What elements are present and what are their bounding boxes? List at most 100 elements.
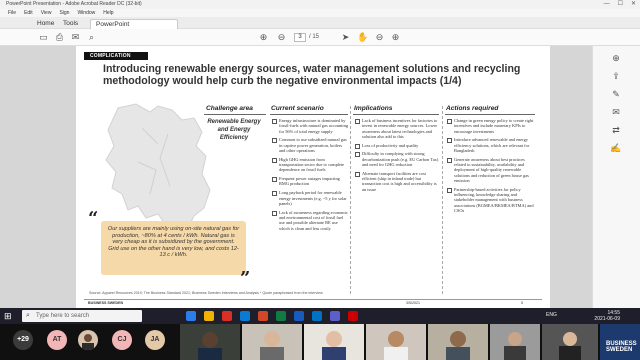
header-rule xyxy=(445,114,535,115)
windows-start-icon[interactable]: ⊞ xyxy=(4,311,14,321)
sign-icon[interactable]: ✍ xyxy=(610,142,622,154)
header-actions-required: Actions required xyxy=(446,105,499,112)
comment-icon[interactable]: ✉ xyxy=(610,106,622,118)
share-icon[interactable]: ⇄ xyxy=(610,124,622,136)
menu-file[interactable]: File xyxy=(8,9,16,17)
tab-home[interactable]: Home xyxy=(32,19,59,29)
header-challenge-area: Challenge area xyxy=(206,105,253,112)
list-item: Frequent power outages impacting RMG pro… xyxy=(272,176,348,187)
cursor-icon[interactable]: ➤ xyxy=(340,32,351,43)
menu-window[interactable]: Window xyxy=(77,9,95,17)
header-rule xyxy=(204,114,266,115)
quote-box: Our suppliers are mainly using on-site n… xyxy=(101,221,246,275)
menu-sign[interactable]: Sign xyxy=(59,9,69,17)
email-icon[interactable]: ✉ xyxy=(70,32,81,43)
language-indicator[interactable]: ENG xyxy=(546,312,557,318)
zoom-in-icon[interactable]: ⊕ xyxy=(390,32,401,43)
powerpoint-icon[interactable] xyxy=(258,311,268,321)
maximize-button[interactable]: ☐ xyxy=(618,0,623,9)
acrobat-icon[interactable] xyxy=(348,311,358,321)
export-icon[interactable]: ⇪ xyxy=(610,70,622,82)
menu-help[interactable]: Help xyxy=(103,9,113,17)
list-item: Difficulty in complying with strong deca… xyxy=(355,151,439,167)
tab-tools-label: Tools xyxy=(63,20,79,27)
footnote: Source: Apparel Resources 2019; The Busi… xyxy=(89,291,323,295)
taskbar: ⊞ ⌕ Type here to search ENG 14:55 2021-0… xyxy=(0,308,640,324)
current-scenario-list: Energy infrastructure is dominated by fo… xyxy=(272,118,348,234)
edge-icon[interactable] xyxy=(240,311,250,321)
participant-photo-avatar[interactable] xyxy=(78,330,98,350)
meeting-brand-label: BUSINESS SWEDEN xyxy=(606,341,637,353)
header-current-scenario: Current scenario xyxy=(271,105,324,112)
list-item: High GHG emission from transportation se… xyxy=(272,157,348,173)
header-rule xyxy=(270,114,348,115)
title-bar: PowerPoint Presentation - Adobe Acrobat … xyxy=(0,0,640,9)
close-button[interactable]: ✕ xyxy=(631,0,636,9)
toolbar: ▭ ⎙ ✉ ⌕ ⊕ ⊖ 3 / 15 ➤ ✋ ⊖ ⊕ xyxy=(0,29,640,46)
taskbar-search-input[interactable]: ⌕ Type here to search xyxy=(22,310,142,322)
print-icon[interactable]: ⎙ xyxy=(54,32,65,43)
zoom-icon[interactable]: ⊕ xyxy=(610,52,622,64)
teams-icon[interactable] xyxy=(330,311,340,321)
slide-footer: BUSINESS SWEDEN 3/5/2021 5 xyxy=(84,299,542,305)
bangladesh-map-icon xyxy=(105,103,211,233)
header-rule xyxy=(353,114,439,115)
participant-video-tile[interactable] xyxy=(180,324,240,360)
outlook-icon[interactable] xyxy=(312,311,322,321)
file-explorer-icon[interactable] xyxy=(204,311,214,321)
search-placeholder: Type here to search xyxy=(36,313,90,319)
slide-title: Introducing renewable energy sources, wa… xyxy=(103,63,521,87)
more-participants-badge[interactable]: +29 xyxy=(13,330,33,350)
slide-page: COMPLICATION Introducing renewable energ… xyxy=(76,46,550,308)
participant-avatar-ja[interactable]: JA xyxy=(145,330,165,350)
participant-video-tile[interactable] xyxy=(242,324,302,360)
header-implications: Implications xyxy=(354,105,393,112)
tab-document[interactable]: PowerPoint Present...× xyxy=(90,19,178,38)
list-item: Introduce advanced renewable and energy … xyxy=(447,137,537,153)
save-icon[interactable]: ▭ xyxy=(38,32,49,43)
list-item: Generate awareness about best practices … xyxy=(447,157,537,183)
footer-date: 3/5/2021 xyxy=(406,301,420,305)
challenge-area-label: Renewable Energy and Energy Efficiency xyxy=(207,119,261,141)
clock-date: 2021-06-09 xyxy=(594,316,620,322)
participant-video-tile[interactable] xyxy=(428,324,488,360)
participant-video-tile[interactable] xyxy=(366,324,426,360)
list-item: Lack of business incentives for factorie… xyxy=(355,118,439,139)
excel-icon[interactable] xyxy=(276,311,286,321)
participant-avatar-cj[interactable]: CJ xyxy=(112,330,132,350)
search-icon[interactable]: ⌕ xyxy=(86,32,97,43)
word-icon[interactable] xyxy=(294,311,304,321)
edit-icon[interactable]: ✎ xyxy=(610,88,622,100)
column-divider xyxy=(442,106,443,294)
minimize-button[interactable]: — xyxy=(604,0,610,9)
footer-brand: BUSINESS SWEDEN xyxy=(88,301,124,305)
hand-icon[interactable]: ✋ xyxy=(357,32,368,43)
list-item: Energy infrastructure is dominated by fo… xyxy=(272,118,348,134)
participant-video-tile[interactable] xyxy=(304,324,364,360)
menu-view[interactable]: View xyxy=(41,9,52,17)
page-number-input[interactable]: 3 xyxy=(294,33,306,42)
tab-home-label: Home xyxy=(37,20,55,27)
participant-video-tile[interactable] xyxy=(542,324,598,360)
up-arrow-icon[interactable]: ⊕ xyxy=(258,32,269,43)
quote-text: Our suppliers are mainly using on-site n… xyxy=(107,226,240,259)
clock[interactable]: 14:55 2021-06-09 xyxy=(594,310,620,322)
zoom-out-icon[interactable]: ⊖ xyxy=(374,32,385,43)
meeting-participants-strip: +29 AT CJ JA BUSINESS SWEDEN xyxy=(0,324,640,360)
list-item: Long payback period for renewable energy… xyxy=(272,190,348,206)
participant-video-tile[interactable] xyxy=(490,324,540,360)
down-arrow-icon[interactable]: ⊖ xyxy=(276,32,287,43)
chrome-icon[interactable] xyxy=(222,311,232,321)
tab-tools[interactable]: Tools xyxy=(58,19,83,29)
page-total: / 15 xyxy=(309,34,320,40)
tools-pane: ⊕ ⇪ ✎ ✉ ⇄ ✍ xyxy=(592,46,640,308)
participant-avatar-at[interactable]: AT xyxy=(47,330,67,350)
list-item: Loss of productivity and quality xyxy=(355,143,439,150)
list-item: Partnership-based activities for policy … xyxy=(447,187,537,213)
actions-required-list: Change in green energy policy to create … xyxy=(447,118,537,217)
search-icon: ⌕ xyxy=(26,312,30,319)
menu-edit[interactable]: Edit xyxy=(24,9,33,17)
implications-list: Lack of business incentives for factorie… xyxy=(355,118,439,196)
task-view-icon[interactable] xyxy=(186,311,196,321)
list-item: Common to use subsidized natural gas in … xyxy=(272,137,348,153)
